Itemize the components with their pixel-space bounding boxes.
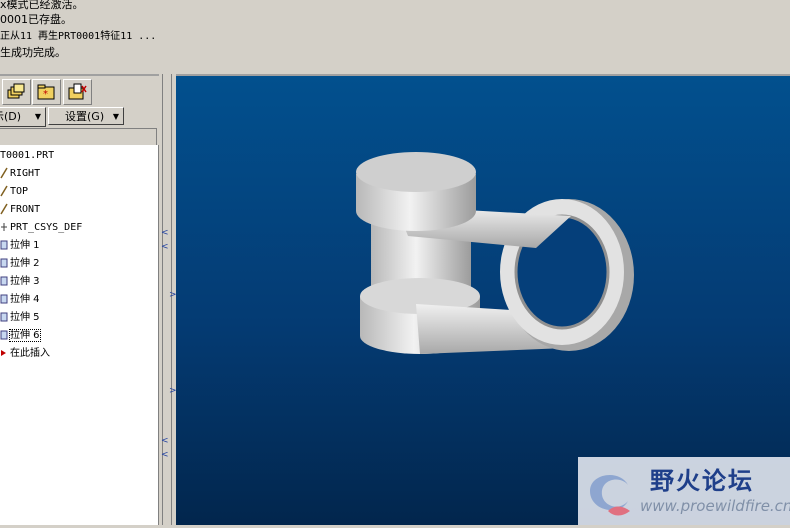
- watermark-url: www.proewildfire.cn: [640, 497, 790, 515]
- datum-plane-icon: [0, 185, 8, 197]
- panel-splitter[interactable]: < < > > < <: [159, 74, 177, 525]
- watermark-logo-icon: [590, 474, 630, 516]
- navigator-menu-row: 示(D) ▼ 设置(G) ▼: [0, 107, 158, 127]
- message-line: 生成功完成。: [0, 46, 66, 59]
- tree-item-label: RIGHT: [10, 168, 41, 179]
- tree-item-label: 拉伸 5: [10, 312, 40, 323]
- favorites-button[interactable]: [63, 79, 92, 105]
- collapse-left-icon[interactable]: <: [161, 242, 169, 252]
- tree-item-extrude-4[interactable]: 拉伸 4: [0, 291, 40, 309]
- show-menu-button[interactable]: 示(D) ▼: [0, 107, 46, 127]
- show-menu-label: 示(D): [0, 110, 22, 123]
- datum-plane-icon: [0, 203, 8, 215]
- folder-star-icon: *: [37, 84, 55, 100]
- tree-item-datum-top[interactable]: TOP: [0, 183, 28, 201]
- tree-column-header[interactable]: [0, 128, 157, 146]
- tree-item-insert-here[interactable]: 在此插入: [0, 345, 50, 363]
- tree-item-label: 拉伸 3: [10, 276, 40, 287]
- csys-icon: [1, 223, 7, 231]
- datum-plane-icon: [0, 167, 8, 179]
- insert-here-icon: [1, 350, 6, 356]
- tree-item-extrude-3[interactable]: 拉伸 3: [0, 273, 40, 291]
- tree-item-extrude-2[interactable]: 拉伸 2: [0, 255, 40, 273]
- layers-icon: [7, 83, 25, 99]
- tree-item-part[interactable]: T0001.PRT: [0, 147, 54, 165]
- tree-item-label: 拉伸 1: [10, 240, 40, 251]
- tree-item-datum-front[interactable]: FRONT: [0, 201, 40, 219]
- collapse-left-icon[interactable]: <: [161, 450, 169, 460]
- tree-item-label: PRT_CSYS_DEF: [10, 222, 83, 233]
- tree-item-extrude-5[interactable]: 拉伸 5: [0, 309, 40, 327]
- extrude-icon: [0, 312, 8, 322]
- message-line: 正从11 再生PRT0001特征11 ...: [0, 31, 157, 42]
- extrude-icon: [0, 276, 8, 286]
- tree-item-label: 拉伸 6: [9, 329, 41, 342]
- layers-button[interactable]: [2, 79, 31, 105]
- settings-menu-button[interactable]: 设置(G) ▼: [48, 107, 124, 125]
- dropdown-arrow-icon: ▼: [112, 112, 119, 121]
- settings-menu-label: 设置(G): [65, 110, 105, 123]
- watermark: 野火论坛 www.proewildfire.cn: [578, 457, 790, 525]
- collapse-left-icon[interactable]: <: [161, 436, 169, 446]
- tree-item-label: 在此插入: [10, 348, 50, 359]
- tree-item-csys[interactable]: PRT_CSYS_DEF: [0, 219, 82, 237]
- collapse-left-icon[interactable]: <: [161, 228, 169, 238]
- extrude-icon: [0, 294, 8, 304]
- message-line: x模式已经激活。: [0, 0, 84, 11]
- dropdown-arrow-icon: ▼: [34, 112, 41, 121]
- upper-boss-top: [356, 152, 476, 192]
- folder-favorites-icon: [68, 83, 87, 100]
- tree-item-label: FRONT: [10, 204, 41, 215]
- tree-item-label: 拉伸 2: [10, 258, 40, 269]
- tree-item-label: TOP: [10, 186, 29, 197]
- extrude-icon: [0, 330, 8, 340]
- message-area: x模式已经激活。 0001已存盘。 正从11 再生PRT0001特征11 ...…: [0, 0, 790, 74]
- tree-item-extrude-6[interactable]: 拉伸 6: [0, 327, 41, 345]
- tree-item-label: 拉伸 4: [10, 294, 40, 305]
- svg-text:*: *: [43, 89, 48, 100]
- tree-item-label: T0001.PRT: [0, 150, 55, 161]
- extrude-icon: [0, 258, 8, 268]
- extrude-icon: [0, 240, 8, 250]
- model-tree: T0001.PRT RIGHT TOP FRONT PRT_CSYS_DEF 拉…: [0, 145, 159, 525]
- folder-browser-button[interactable]: *: [32, 79, 61, 105]
- navigator-toolbar: *: [0, 77, 158, 105]
- tree-item-datum-right[interactable]: RIGHT: [0, 165, 40, 183]
- watermark-title: 野火论坛: [650, 467, 754, 495]
- message-line: 0001已存盘。: [0, 13, 72, 26]
- tree-item-extrude-1[interactable]: 拉伸 1: [0, 237, 40, 255]
